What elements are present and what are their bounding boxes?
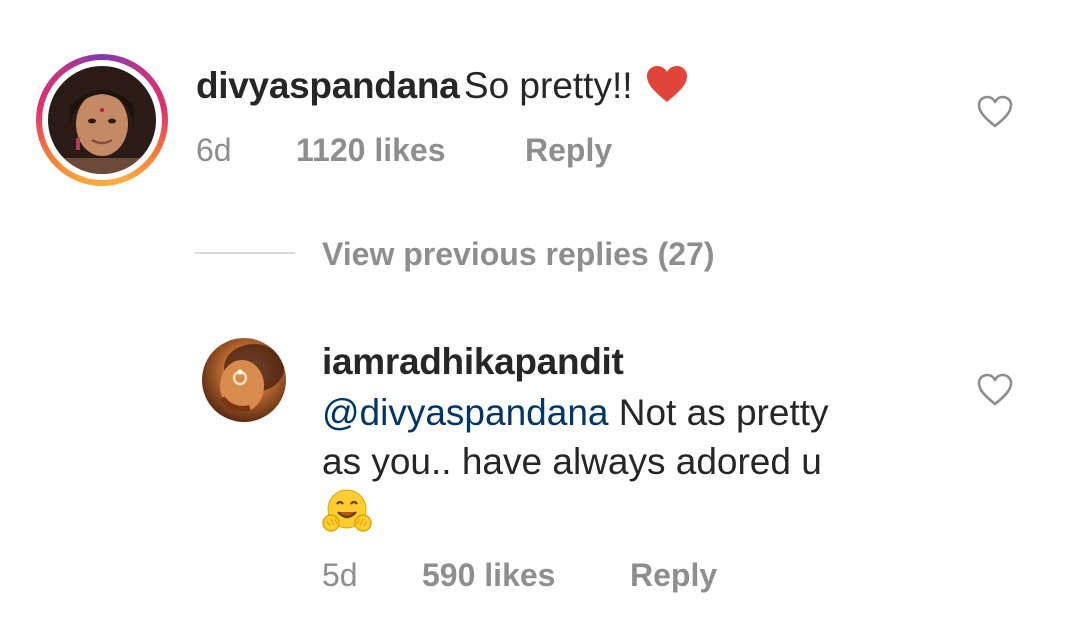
hugging-face-emoji-icon [322,488,372,539]
comment1-text: So pretty!! [463,65,633,106]
comment1-username[interactable]: divyaspandana [196,65,460,106]
avatar-ring-gap [42,60,162,180]
comment1-line: divyaspandana So pretty!! [196,64,689,109]
heart-outline-icon[interactable] [977,373,1013,407]
avatar-iamradhikapandit[interactable] [202,338,286,422]
comment2-mention-link[interactable]: @divyaspandana [322,392,608,433]
avatar-divyaspandana [48,66,156,174]
comment1-reply-button[interactable]: Reply [525,132,612,169]
view-previous-replies-button[interactable]: View previous replies (27) [322,236,714,273]
replies-divider [195,252,295,254]
comment1-likes[interactable]: 1120 likes [296,132,445,169]
comment2-username[interactable]: iamradhikapandit [322,341,624,383]
comment2-line2: as you.. have always adored u [322,441,822,482]
heart-outline-icon[interactable] [977,95,1013,129]
comment2-time: 5d [322,557,358,593]
story-ring-avatar[interactable] [36,54,168,186]
comment2-line1-text: Not as pretty [608,392,829,433]
comment1-time: 6d [196,132,232,168]
red-heart-emoji-icon [645,64,689,109]
comment2-line1: @divyaspandana Not as pretty [322,392,829,434]
comment2-reply-button[interactable]: Reply [630,557,717,594]
comment2-likes[interactable]: 590 likes [422,557,555,594]
